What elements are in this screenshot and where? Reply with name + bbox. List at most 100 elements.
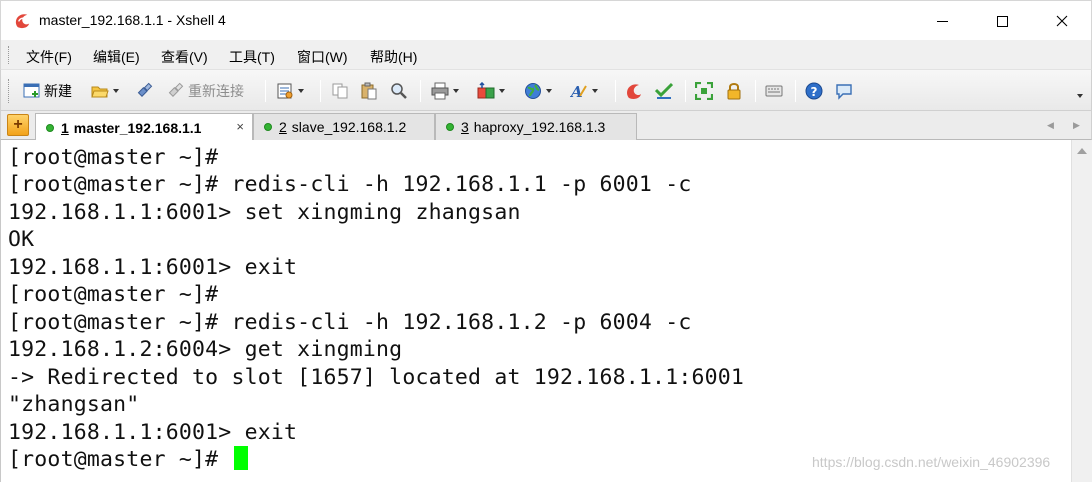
chat-button[interactable]: [835, 80, 853, 102]
tab-session-2[interactable]: 2 slave_192.168.1.2: [253, 113, 435, 140]
xshell-button[interactable]: [625, 80, 643, 102]
open-dropdown-icon[interactable]: [113, 89, 119, 93]
print-dropdown-icon[interactable]: [453, 89, 459, 93]
window-title: master_192.168.1.1 - Xshell 4: [39, 12, 226, 28]
font-button[interactable]: A: [570, 80, 598, 102]
terminal-cursor: [234, 446, 249, 470]
tab-number: 3: [461, 119, 469, 135]
add-session-button[interactable]: +: [7, 114, 29, 136]
keyboard-icon: [765, 85, 783, 97]
tab-label: master_192.168.1.1: [73, 119, 202, 136]
terminal-line: 192.168.1.2:6004> get xingming: [8, 337, 403, 362]
new-session-label: 新建: [44, 83, 72, 99]
terminal-scrollbar[interactable]: [1071, 140, 1092, 482]
font-dropdown-icon[interactable]: [592, 89, 598, 93]
xmanager-button[interactable]: [655, 80, 673, 102]
toolbar-overflow-icon[interactable]: [1077, 94, 1083, 98]
new-session-button[interactable]: 新建: [23, 80, 72, 102]
terminal-prompt-line: [root@master ~]#: [8, 446, 249, 473]
watermark: https://blog.csdn.net/weixin_46902396: [812, 454, 1051, 470]
lock-icon: [727, 83, 741, 100]
menu-bar: 文件(F) 编辑(E) 查看(V) 工具(T) 窗口(W) 帮助(H): [0, 40, 1092, 69]
fullscreen-button[interactable]: [695, 80, 713, 102]
folder-open-icon: [91, 86, 109, 98]
close-icon: [1056, 15, 1068, 27]
terminal-output[interactable]: [root@master ~]# [root@master ~]# redis-…: [0, 140, 1071, 482]
search-icon: [391, 83, 407, 99]
close-button[interactable]: [1039, 1, 1085, 41]
toolbar-separator: [265, 80, 266, 102]
toolbar-separator: [320, 80, 321, 102]
terminal-line: [root@master ~]# redis-cli -h 192.168.1.…: [8, 172, 692, 197]
terminal-line: "zhangsan": [8, 392, 140, 417]
toolbar-grip[interactable]: [8, 79, 11, 103]
session-status-icon: [264, 123, 272, 131]
tab-session-3[interactable]: 3 haproxy_192.168.1.3: [435, 113, 637, 140]
tab-scroll-left-icon[interactable]: ◀: [1047, 120, 1054, 131]
tab-label: slave_192.168.1.2: [291, 119, 407, 135]
minimize-button[interactable]: [919, 1, 965, 41]
fullscreen-icon: [695, 82, 713, 100]
file-transfer-icon: [477, 82, 495, 99]
reconnect-button[interactable]: 重新连接: [167, 80, 244, 102]
maximize-button[interactable]: [979, 1, 1025, 41]
scroll-up-icon[interactable]: [1077, 148, 1087, 154]
terminal-line: [root@master ~]#: [8, 145, 219, 170]
properties-dropdown-icon[interactable]: [298, 89, 304, 93]
keyboard-button[interactable]: [765, 80, 783, 102]
help-button[interactable]: ?: [805, 80, 823, 102]
menu-view[interactable]: 查看(V): [161, 47, 208, 67]
minimize-icon: [936, 20, 948, 22]
terminal-line: [root@master ~]#: [8, 282, 219, 307]
copy-button[interactable]: [331, 80, 349, 102]
terminal-line: 192.168.1.1:6001> set xingming zhangsan: [8, 200, 521, 225]
open-button[interactable]: [91, 80, 119, 102]
tab-session-1[interactable]: 1 master_192.168.1.1 ×: [35, 113, 253, 141]
xmanager-icon: [655, 82, 673, 99]
reconnect-label: 重新连接: [188, 83, 244, 99]
paste-icon: [361, 82, 377, 100]
copy-icon: [332, 83, 348, 99]
xshell-swirl-icon: [627, 84, 641, 99]
new-session-icon: [23, 83, 40, 98]
find-button[interactable]: [390, 80, 408, 102]
terminal-prompt: [root@master ~]#: [8, 447, 232, 472]
tab-number: 1: [61, 119, 69, 136]
menu-file[interactable]: 文件(F): [26, 47, 72, 67]
font-icon: A: [570, 83, 587, 100]
printer-icon: [431, 82, 449, 100]
menu-window[interactable]: 窗口(W): [297, 47, 348, 67]
help-icon: ?: [805, 82, 823, 100]
xshell-logo-icon: [15, 14, 30, 29]
transfer-dropdown-icon[interactable]: [499, 89, 505, 93]
toolbar-separator: [755, 80, 756, 102]
session-tab-bar: + 1 master_192.168.1.1 × 2 slave_192.168…: [0, 111, 1092, 141]
terminal-line: OK: [8, 227, 35, 252]
transfer-button[interactable]: [477, 80, 505, 102]
toolbar-separator: [795, 80, 796, 102]
reconnect-icon: [168, 82, 184, 97]
globe-icon: [525, 83, 541, 99]
menu-help[interactable]: 帮助(H): [370, 47, 417, 67]
menu-edit[interactable]: 编辑(E): [93, 47, 140, 67]
toolbar-separator: [420, 80, 421, 102]
properties-icon: [277, 83, 293, 99]
xftp-button[interactable]: [524, 80, 552, 102]
terminal-line: 192.168.1.1:6001> exit: [8, 255, 298, 280]
terminal-line: -> Redirected to slot [1657] located at …: [8, 365, 745, 390]
lock-button[interactable]: [725, 80, 743, 102]
terminal-line: [root@master ~]# redis-cli -h 192.168.1.…: [8, 310, 692, 335]
menu-tools[interactable]: 工具(T): [229, 47, 275, 67]
toolbar-separator: [615, 80, 616, 102]
toolbar-separator: [685, 80, 686, 102]
xftp-dropdown-icon[interactable]: [546, 89, 552, 93]
plus-icon: +: [13, 116, 23, 133]
paste-button[interactable]: [360, 80, 378, 102]
properties-button[interactable]: [276, 80, 304, 102]
tab-close-button[interactable]: ×: [236, 119, 244, 134]
tab-scroll-right-icon[interactable]: ▶: [1073, 120, 1080, 131]
disconnect-button[interactable]: [136, 80, 154, 102]
menu-grip[interactable]: [8, 46, 11, 64]
tab-number: 2: [279, 119, 287, 135]
print-button[interactable]: [431, 80, 459, 102]
